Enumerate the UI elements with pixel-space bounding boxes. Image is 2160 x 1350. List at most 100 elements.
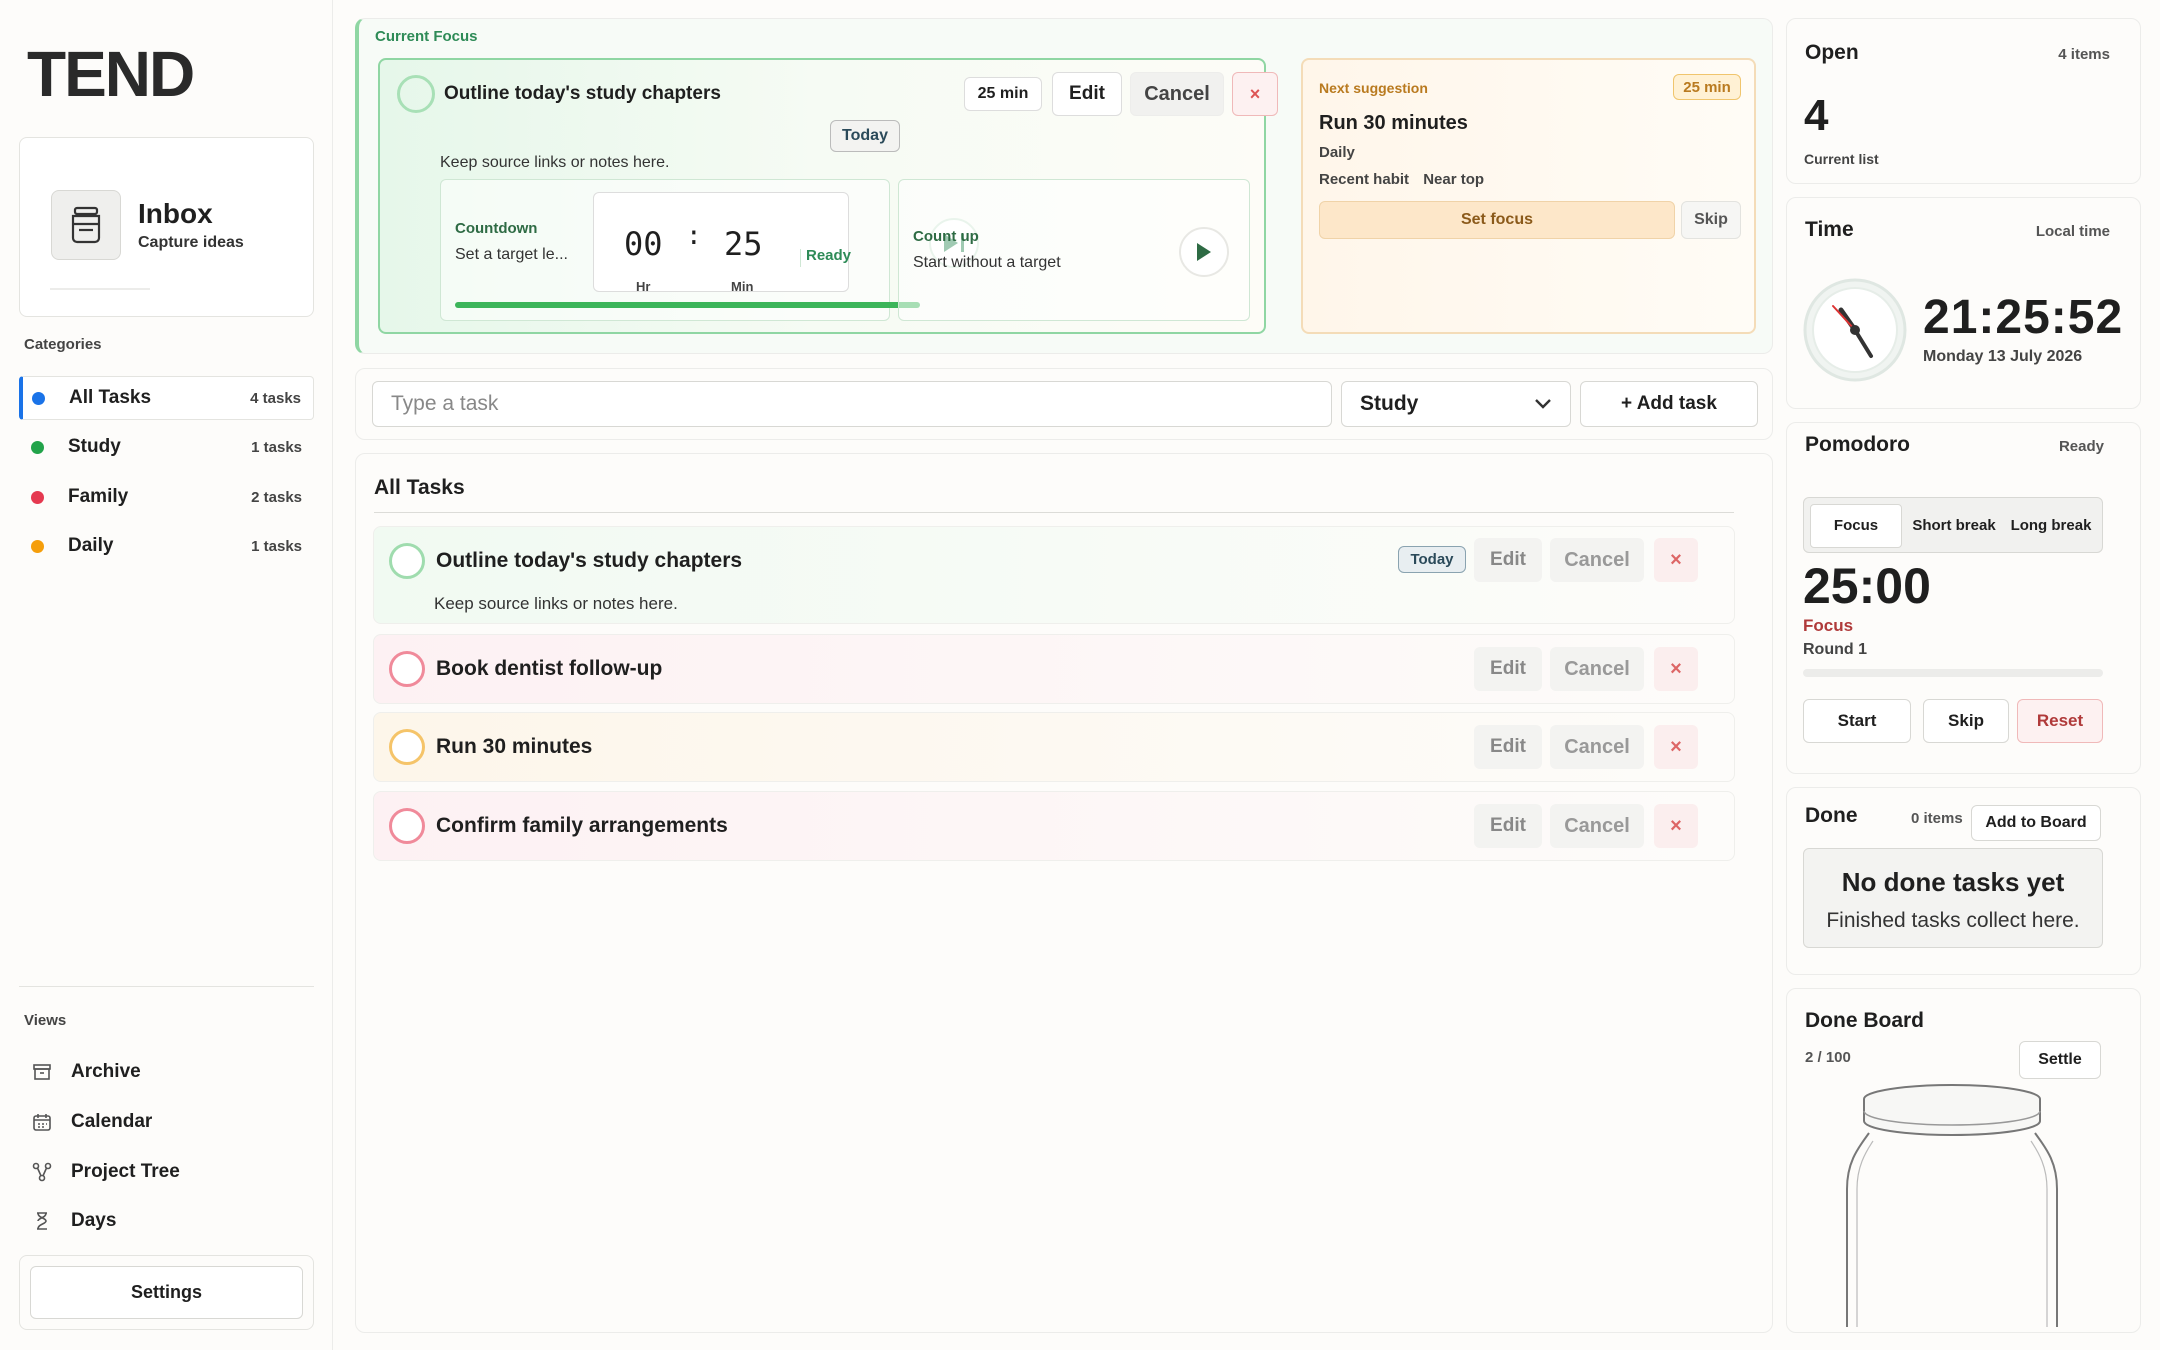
view-label: Project Tree bbox=[71, 1161, 180, 1182]
focus-close-icon[interactable]: × bbox=[1232, 72, 1278, 116]
settings-container: Settings bbox=[19, 1255, 314, 1330]
category-dot bbox=[31, 539, 44, 553]
countup-label: Count up bbox=[913, 228, 979, 245]
task-cancel-button[interactable]: Cancel bbox=[1550, 647, 1644, 691]
category-study[interactable]: Study 1 tasks bbox=[19, 425, 314, 469]
play-icon bbox=[1197, 243, 1211, 261]
logo-text: TEND bbox=[27, 40, 193, 104]
suggestion-duration-badge: 25 min bbox=[1673, 74, 1741, 100]
timer-colon: : bbox=[686, 221, 702, 251]
open-items-count: 4 items bbox=[2058, 46, 2110, 63]
timer-status: Ready bbox=[806, 247, 852, 264]
task-cancel-button[interactable]: Cancel bbox=[1550, 538, 1644, 582]
tab-long-break[interactable]: Long break bbox=[2005, 504, 2097, 548]
task-cancel-button[interactable]: Cancel bbox=[1550, 725, 1644, 769]
view-archive[interactable]: Archive bbox=[30, 1052, 141, 1092]
focus-edit-button[interactable]: Edit bbox=[1052, 72, 1122, 116]
inbox-subtitle: Capture ideas bbox=[138, 234, 244, 251]
pomodoro-panel: Pomodoro Ready Focus Short break Long br… bbox=[1786, 422, 2141, 774]
skip-suggestion-button[interactable]: Skip bbox=[1681, 201, 1741, 239]
pomodoro-skip-button[interactable]: Skip bbox=[1923, 699, 2009, 743]
view-label: Days bbox=[71, 1210, 117, 1231]
suggestion-category: Daily bbox=[1319, 144, 1355, 161]
task-complete-checkbox[interactable] bbox=[389, 651, 425, 687]
category-daily[interactable]: Daily 1 tasks bbox=[19, 524, 314, 568]
focus-cancel-button[interactable]: Cancel bbox=[1130, 72, 1224, 116]
category-label: All Tasks bbox=[69, 387, 152, 408]
settle-button[interactable]: Settle bbox=[2019, 1041, 2101, 1079]
done-title: Done bbox=[1805, 804, 1858, 827]
category-select[interactable]: Study bbox=[1341, 381, 1571, 427]
countdown-timer-input[interactable]: 00 : 25 Hr Min Ready bbox=[593, 192, 852, 294]
category-all-tasks[interactable]: All Tasks 4 tasks bbox=[19, 376, 314, 420]
archive-icon bbox=[30, 1060, 54, 1084]
time-panel: Time Local time 21:25:52 Monday 13 July … bbox=[1786, 197, 2141, 409]
countdown-subtitle: Set a target le... bbox=[455, 246, 568, 263]
task-notes: Keep source links or notes here. bbox=[434, 594, 678, 613]
task-complete-checkbox[interactable] bbox=[389, 543, 425, 579]
time-meta: Local time bbox=[2035, 223, 2110, 240]
pomodoro-time: 25:00 bbox=[1803, 558, 1931, 614]
task-edit-button[interactable]: Edit bbox=[1474, 538, 1542, 582]
task-edit-button[interactable]: Edit bbox=[1474, 804, 1542, 848]
done-empty-state: No done tasks yet Finished tasks collect… bbox=[1803, 848, 2103, 948]
view-calendar[interactable]: Calendar bbox=[30, 1102, 152, 1142]
add-to-board-button[interactable]: Add to Board bbox=[1971, 805, 2101, 841]
focus-duration-badge[interactable]: 25 min bbox=[964, 77, 1042, 111]
task-row[interactable]: Confirm family arrangements Edit Cancel … bbox=[373, 791, 1735, 861]
timer-hours[interactable]: 00 bbox=[624, 225, 663, 263]
category-family[interactable]: Family 2 tasks bbox=[19, 475, 314, 519]
task-row[interactable]: Outline today's study chapters Keep sour… bbox=[373, 526, 1735, 624]
category-count: 4 tasks bbox=[250, 389, 301, 407]
task-title: Book dentist follow-up bbox=[436, 657, 663, 680]
task-edit-button[interactable]: Edit bbox=[1474, 647, 1542, 691]
countup-card[interactable]: Count up Start without a target bbox=[898, 179, 1250, 321]
suggestion-tags: Recent habit Near top bbox=[1319, 171, 1494, 188]
task-cancel-button[interactable]: Cancel bbox=[1550, 804, 1644, 848]
add-task-button[interactable]: + Add task bbox=[1580, 381, 1758, 427]
open-title: Open bbox=[1805, 41, 1859, 64]
tab-short-break[interactable]: Short break bbox=[1908, 504, 2000, 548]
task-row[interactable]: Run 30 minutes Edit Cancel × bbox=[373, 712, 1735, 782]
countdown-card[interactable]: Countdown Set a target le... 00 : 25 Hr … bbox=[440, 179, 979, 321]
task-complete-checkbox[interactable] bbox=[389, 808, 425, 844]
task-edit-button[interactable]: Edit bbox=[1474, 725, 1542, 769]
categories-heading: Categories bbox=[24, 336, 102, 353]
done-board-count: 2 / 100 bbox=[1805, 1049, 1851, 1066]
timer-hours-label: Hr bbox=[636, 279, 651, 294]
task-input[interactable] bbox=[372, 381, 1332, 427]
view-label: Calendar bbox=[71, 1111, 153, 1132]
pomodoro-mode-tabs: Focus Short break Long break bbox=[1803, 497, 2103, 553]
pomodoro-reset-button[interactable]: Reset bbox=[2017, 699, 2103, 743]
open-panel: Open 4 items 4 Current list bbox=[1786, 18, 2141, 184]
timer-minutes[interactable]: 25 bbox=[724, 225, 763, 263]
task-today-badge: Today bbox=[1398, 546, 1466, 573]
jar-icon bbox=[1846, 1084, 2058, 1327]
pomodoro-start-button[interactable]: Start bbox=[1803, 699, 1911, 743]
task-delete-icon[interactable]: × bbox=[1654, 647, 1698, 691]
next-suggestion-card: Next suggestion 25 min Run 30 minutes Da… bbox=[1301, 58, 1756, 334]
set-focus-button[interactable]: Set focus bbox=[1319, 201, 1675, 239]
task-delete-icon[interactable]: × bbox=[1654, 804, 1698, 848]
settings-button[interactable]: Settings bbox=[30, 1266, 303, 1319]
task-complete-checkbox[interactable] bbox=[389, 729, 425, 765]
category-dot bbox=[31, 440, 44, 454]
inbox-card[interactable]: Inbox Capture ideas bbox=[19, 137, 314, 317]
view-days[interactable]: Days bbox=[30, 1201, 116, 1241]
pomodoro-title: Pomodoro bbox=[1805, 433, 1910, 456]
category-count: 1 tasks bbox=[251, 438, 302, 456]
open-subtitle: Current list bbox=[1804, 151, 1879, 167]
start-countup-button[interactable] bbox=[1179, 227, 1229, 277]
task-delete-icon[interactable]: × bbox=[1654, 538, 1698, 582]
suggestion-label: Next suggestion bbox=[1319, 80, 1428, 96]
focus-today-badge: Today bbox=[830, 120, 900, 152]
task-row[interactable]: Book dentist follow-up Edit Cancel × bbox=[373, 634, 1735, 704]
time-title: Time bbox=[1805, 218, 1854, 241]
tab-focus[interactable]: Focus bbox=[1810, 504, 1902, 548]
done-board-title: Done Board bbox=[1805, 1009, 1925, 1032]
focus-complete-checkbox[interactable] bbox=[397, 75, 435, 113]
view-project-tree[interactable]: Project Tree bbox=[30, 1152, 180, 1192]
view-label: Archive bbox=[71, 1061, 141, 1082]
task-delete-icon[interactable]: × bbox=[1654, 725, 1698, 769]
category-dot bbox=[31, 490, 44, 504]
